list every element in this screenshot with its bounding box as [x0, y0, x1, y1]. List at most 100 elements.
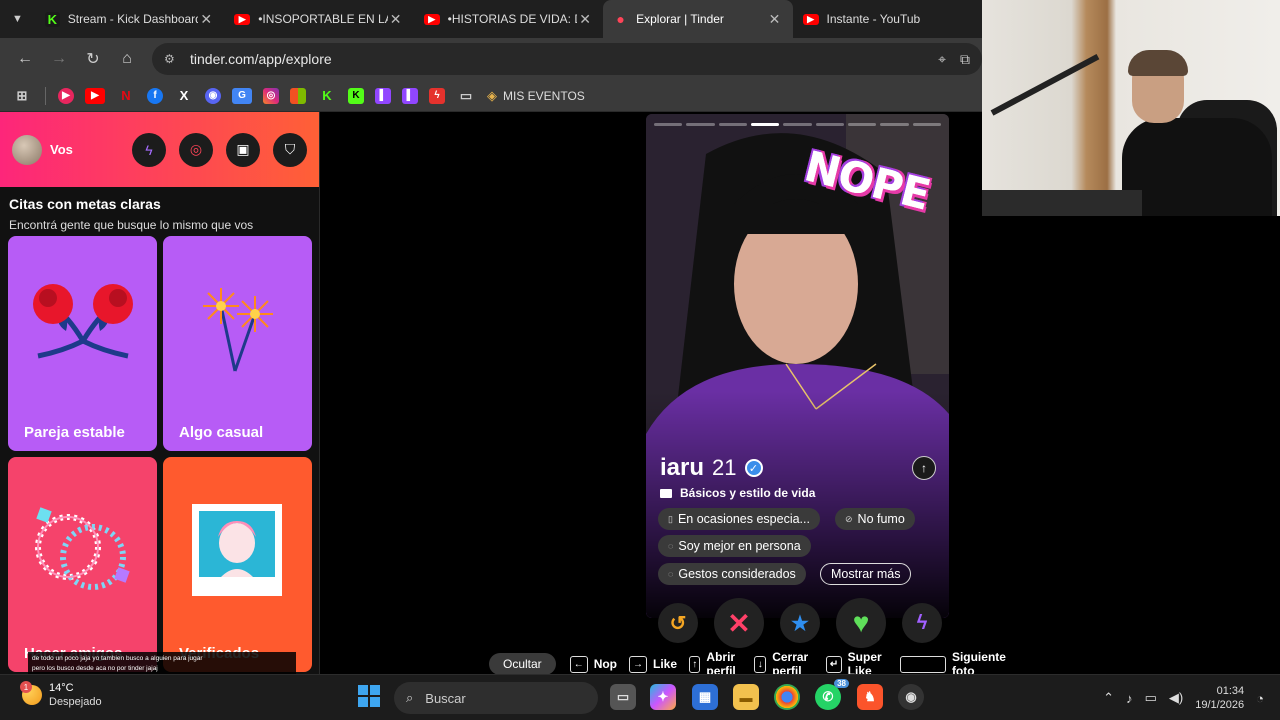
- bookmark-music-icon[interactable]: ▶: [58, 87, 74, 104]
- sparklers-icon: [203, 288, 273, 372]
- file-explorer-icon[interactable]: ▬: [733, 684, 759, 710]
- bookmark-youtube-icon[interactable]: ▶: [85, 87, 105, 104]
- divider: [45, 86, 46, 105]
- location-pin-icon[interactable]: ⌖: [938, 51, 946, 68]
- like-heart-icon[interactable]: ♥: [836, 598, 886, 648]
- tab-youtube-instante[interactable]: ▶ Instante - YouTub: [793, 0, 982, 38]
- nope-x-icon[interactable]: ✕: [714, 598, 764, 648]
- avatar[interactable]: [12, 134, 42, 165]
- tab-youtube-insoportable[interactable]: ▶ •INSOPORTABLE EN LA HEL ✕: [224, 0, 413, 38]
- chevron-up-icon[interactable]: ⌃: [1103, 690, 1114, 706]
- copilot-icon[interactable]: ✦: [650, 684, 676, 710]
- chip-label: Gestos considerados: [678, 567, 796, 581]
- windows-taskbar: 1 14°C Despejado ⌕ Buscar ▭ ✦ ▦ ▬ ✆ 38 ♞…: [0, 674, 1280, 720]
- volume-icon[interactable]: ◀): [1169, 690, 1183, 706]
- up-arrow-key-icon: ↑: [689, 655, 701, 673]
- show-more-button[interactable]: Mostrar más: [820, 563, 912, 585]
- home-icon[interactable]: ⌂: [110, 42, 144, 76]
- bookmark-folder-icon[interactable]: ▭: [456, 88, 476, 104]
- tab-youtube-historias[interactable]: ▶ •HISTORIAS DE VIDA: DANI ✕: [414, 0, 603, 38]
- weather-widget[interactable]: 1 14°C Despejado: [20, 681, 102, 709]
- bookmark-microsoft-icon[interactable]: [290, 87, 306, 104]
- whatsapp-icon[interactable]: ✆ 38: [815, 679, 849, 710]
- obs-icon[interactable]: ◉: [898, 684, 924, 710]
- site-settings-icon[interactable]: ⚙: [164, 52, 184, 66]
- tab-kick-dashboard[interactable]: K Stream - Kick Dashboard ✕: [35, 0, 224, 38]
- close-tab-icon[interactable]: ✕: [388, 11, 404, 28]
- profile-name-label[interactable]: Vos: [50, 142, 119, 157]
- card-label: Algo casual: [179, 424, 264, 441]
- profile-card[interactable]: NOPE iaru 21 ✓ ↑ Básicos y estilo de vid…: [646, 114, 949, 618]
- card-verificados[interactable]: Verificados: [163, 457, 312, 672]
- youtube-icon: ▶: [802, 13, 819, 25]
- chip-smoking: ⊘ No fumo: [835, 508, 915, 530]
- close-tab-icon[interactable]: ✕: [577, 11, 593, 28]
- forward-arrow-icon[interactable]: →: [42, 42, 76, 76]
- bookmark-kick-alt-icon[interactable]: K: [348, 87, 364, 104]
- explore-main: NOPE iaru 21 ✓ ↑ Básicos y estilo de vid…: [320, 112, 1006, 678]
- hide-shortcuts-button[interactable]: Ocultar: [489, 653, 556, 675]
- tab-tinder-explore[interactable]: ● Explorar | Tinder ✕: [603, 0, 793, 38]
- reload-icon[interactable]: ↻: [76, 42, 110, 76]
- bookmark-twitch-icon[interactable]: ▌: [375, 87, 391, 104]
- search-icon: ⌕: [406, 690, 414, 705]
- explore-compass-icon[interactable]: ◎: [179, 132, 213, 167]
- url-text[interactable]: tinder.com/app/explore: [190, 51, 924, 67]
- heart-chat-icon: ◌: [668, 569, 674, 579]
- desk: [982, 190, 1142, 216]
- sidebar-header: Vos ϟ ◎ ▣ ⛉: [0, 112, 319, 187]
- microphone-icon[interactable]: ♪: [1126, 691, 1133, 706]
- card-hacer-amigos[interactable]: Hacer amigos: [8, 457, 157, 672]
- install-app-icon[interactable]: ⧉: [960, 51, 970, 68]
- close-tab-icon[interactable]: ✕: [767, 11, 783, 28]
- open-profile-arrow-icon[interactable]: ↑: [912, 456, 936, 480]
- windows-start-icon[interactable]: [358, 685, 380, 707]
- tag-icon: [660, 488, 672, 498]
- basics-heading: Básicos y estilo de vida: [660, 486, 815, 500]
- tab-title: Instante - YouTub: [826, 12, 921, 26]
- task-view-icon[interactable]: ▭: [610, 684, 636, 710]
- bookmark-netflix-icon[interactable]: N: [116, 88, 136, 104]
- card-label: Pareja estable: [24, 424, 125, 441]
- clock[interactable]: 01:34 19/1/2026: [1195, 684, 1244, 712]
- card-pareja-estable[interactable]: Pareja estable: [8, 236, 157, 451]
- back-arrow-icon[interactable]: ←: [8, 42, 42, 76]
- chip-drinking: ▯ En ocasiones especia...: [658, 508, 820, 530]
- url-bar[interactable]: ⚙ tinder.com/app/explore ⌖ ⧉: [152, 43, 982, 75]
- bookmark-discord-icon[interactable]: ◉: [205, 87, 221, 104]
- photo-progress-segment: [880, 123, 909, 126]
- bookmark-kick-icon[interactable]: K: [317, 88, 337, 104]
- bookmark-flash-icon[interactable]: ϟ: [429, 87, 445, 104]
- bookmark-instagram-icon[interactable]: ◎: [263, 87, 279, 104]
- bookmark-x-icon[interactable]: X: [174, 88, 194, 104]
- boost-bolt-icon[interactable]: ϟ: [132, 132, 166, 167]
- shortcut-label: Like: [653, 657, 678, 671]
- stream-caption-overlay: de todo un poco jaja yo tambien busco a …: [28, 652, 296, 674]
- store-icon[interactable]: ▦: [692, 684, 718, 710]
- bookmark-facebook-icon[interactable]: f: [147, 87, 163, 104]
- weather-temp: 14°C: [49, 682, 74, 694]
- brave-icon[interactable]: ♞: [857, 684, 883, 710]
- bookmark-translate-icon[interactable]: G: [232, 87, 252, 104]
- shield-icon[interactable]: ⛉: [273, 132, 307, 167]
- keyboard-shortcuts-bar: Ocultar ← Nop → Like ↑ Abrir perfil ↓ Ce…: [489, 650, 1028, 678]
- apps-grid-icon[interactable]: ⊞: [12, 88, 32, 104]
- tab-search-chevron-icon[interactable]: ▼: [0, 0, 35, 38]
- basics-heading-text: Básicos y estilo de vida: [680, 486, 816, 500]
- close-tab-icon[interactable]: ✕: [198, 11, 214, 28]
- notifications-bell-icon[interactable]: ◔: [1256, 691, 1264, 706]
- chrome-icon[interactable]: [774, 684, 800, 710]
- briefcase-icon[interactable]: ▣: [226, 132, 260, 167]
- photo-progress-segment: [815, 123, 844, 126]
- network-icon[interactable]: ▭: [1145, 690, 1157, 706]
- clock-date: 19/1/2026: [1195, 699, 1245, 711]
- rewind-icon[interactable]: ↺: [658, 603, 698, 643]
- space-key-icon: [900, 655, 946, 673]
- boost-bolt-icon[interactable]: ϟ: [902, 603, 942, 643]
- photo-progress-segment: [718, 123, 747, 126]
- bookmark-mis-eventos[interactable]: ◈ MIS EVENTOS: [487, 88, 585, 104]
- taskbar-search[interactable]: ⌕ Buscar: [394, 682, 598, 714]
- bookmark-twitch-alt-icon[interactable]: ▌: [402, 87, 418, 104]
- card-algo-casual[interactable]: Algo casual: [163, 236, 312, 451]
- super-like-star-icon[interactable]: ★: [780, 603, 820, 643]
